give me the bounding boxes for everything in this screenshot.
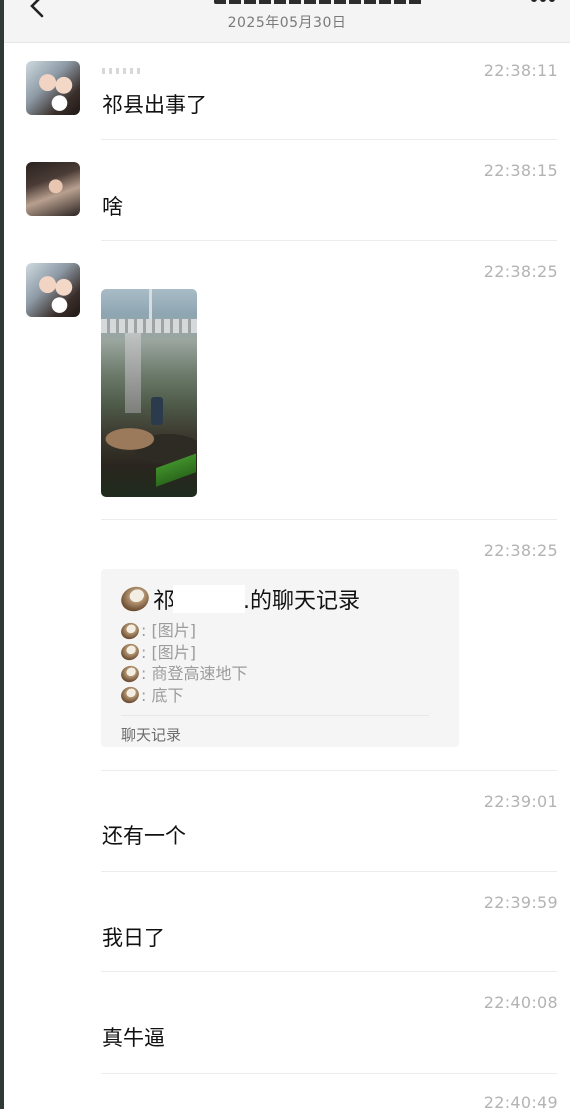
divider: [101, 1073, 557, 1074]
sender-name-redacted: [102, 68, 142, 74]
card-preview-lines: : [图片] : [图片] : 商登高速地下 : 底下: [118, 620, 247, 707]
card-title: 祁 .的聊天记录: [117, 582, 360, 616]
card-divider: [121, 715, 429, 716]
card-preview-line: : [图片]: [118, 620, 247, 642]
card-preview-line: : [图片]: [118, 641, 247, 664]
message-text: 还有一个: [102, 824, 186, 848]
divider: [101, 139, 557, 140]
date-header: 2025年05月30日: [227, 15, 347, 31]
message-time: 22:40:08: [483, 993, 558, 1012]
redaction-mask: [173, 585, 246, 613]
walnut-icon: [118, 620, 142, 642]
message-time: 22:38:11: [483, 61, 558, 80]
message-time: 22:39:59: [483, 893, 558, 912]
message-text: 啥: [102, 195, 123, 219]
top-bar: 2025年05月30日: [4, 0, 570, 43]
divider: [101, 871, 557, 872]
walnut-icon: [118, 684, 142, 706]
avatar[interactable]: [26, 263, 80, 317]
photo-attachment[interactable]: [101, 289, 197, 497]
page-title-cut-off: [214, 0, 424, 4]
message-text: 真牛逼: [102, 1026, 165, 1050]
avatar[interactable]: [26, 61, 80, 115]
chat-record-card[interactable]: 祁 .的聊天记录 : [图片] : [图片] : 商登高速地下: 底下 聊天记…: [101, 569, 459, 747]
card-footer-label: 聊天记录: [121, 726, 182, 744]
card-preview-line: : 商登高速地下: [118, 663, 247, 685]
message-time: 22:38:25: [483, 541, 558, 560]
walnut-icon: [118, 663, 142, 685]
walnut-icon: [117, 582, 153, 616]
more-icon[interactable]: [528, 0, 558, 8]
avatar[interactable]: [26, 162, 80, 216]
message-text: 祁县出事了: [102, 93, 207, 117]
message-text: 我日了: [102, 926, 165, 950]
message-time: 22:38:25: [483, 262, 558, 281]
walnut-icon: [118, 641, 142, 663]
divider: [101, 770, 557, 771]
chat-history-screen: 2025年05月30日 22:38:11 祁县出事了 22:38:15 啥 22…: [4, 0, 570, 1109]
message-time: 22:38:15: [483, 161, 558, 180]
card-preview-line: : 底下: [118, 684, 247, 707]
divider: [101, 519, 557, 520]
divider: [101, 971, 557, 972]
message-time: 22:39:01: [483, 792, 558, 811]
divider: [101, 240, 557, 241]
message-time: 22:40:49: [483, 1093, 558, 1109]
